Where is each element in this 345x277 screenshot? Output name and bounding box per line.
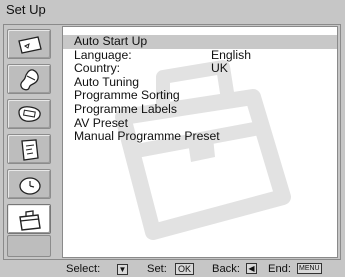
menu-item[interactable]: Manual Programme Preset: [63, 129, 337, 144]
sidebar-item-features[interactable]: [7, 99, 51, 129]
menu-item[interactable]: Language: English: [63, 47, 337, 63]
menu-item[interactable]: Auto Start Up: [63, 34, 337, 49]
sidebar-item-setup[interactable]: [7, 204, 51, 234]
arrow-left-key-icon: ◀: [246, 263, 257, 274]
menu-key: MENU: [297, 263, 322, 274]
sidebar-item-sound[interactable]: [7, 64, 51, 94]
menu-list: Auto Start Up Language: English Country: UK A…: [63, 34, 337, 144]
menu-item[interactable]: Auto Tuning: [63, 74, 337, 90]
menu-panel: Auto Start Up Language: English Country: UK A…: [62, 26, 338, 258]
arrow-down-key-icon: ▼: [117, 264, 128, 275]
menu-item[interactable]: AV Preset: [63, 115, 337, 131]
sidebar-item-empty: [7, 235, 51, 257]
menu-title: Set Up: [6, 2, 46, 17]
picture-icon: [18, 36, 42, 54]
sidebar-item-timer[interactable]: [7, 169, 51, 199]
ok-key: OK: [175, 263, 195, 275]
menu-item-label: Programme Labels: [74, 101, 177, 116]
menu-item-value: UK: [211, 61, 228, 76]
menu-item-label: Country:: [74, 61, 121, 76]
footer-back-label: Back:: [212, 263, 240, 275]
menu-item-label: Language:: [74, 47, 132, 62]
menu-item-value: English: [211, 47, 251, 62]
menu-item[interactable]: Programme Labels: [63, 101, 337, 117]
sidebar-item-teletext[interactable]: [7, 134, 51, 164]
menu-item-label: AV Preset: [74, 115, 128, 130]
footer-key-guide: Select: ▲▼ Set: OK Back: ◀ End: MENU: [0, 262, 345, 277]
setup-toolbox-icon: [19, 210, 41, 231]
menu-item[interactable]: Country: UK: [63, 61, 337, 76]
menu-item-label: Programme Sorting: [74, 88, 180, 103]
timer-icon: [19, 177, 41, 195]
footer-end-label: End:: [268, 263, 292, 275]
menu-item[interactable]: Programme Sorting: [63, 89, 337, 103]
footer-select-label: Select:: [66, 263, 101, 275]
menu-item-label: Auto Start Up: [74, 34, 148, 48]
menu-item-label: Auto Tuning: [74, 74, 140, 89]
sidebar-item-picture[interactable]: [7, 29, 51, 59]
category-sidebar: [4, 25, 56, 259]
features-icon: [18, 106, 41, 122]
teletext-icon: [21, 139, 39, 161]
footer-set-label: Set:: [147, 263, 167, 275]
sound-icon: [20, 69, 39, 91]
menu-item-label: Manual Programme Preset: [74, 129, 220, 144]
